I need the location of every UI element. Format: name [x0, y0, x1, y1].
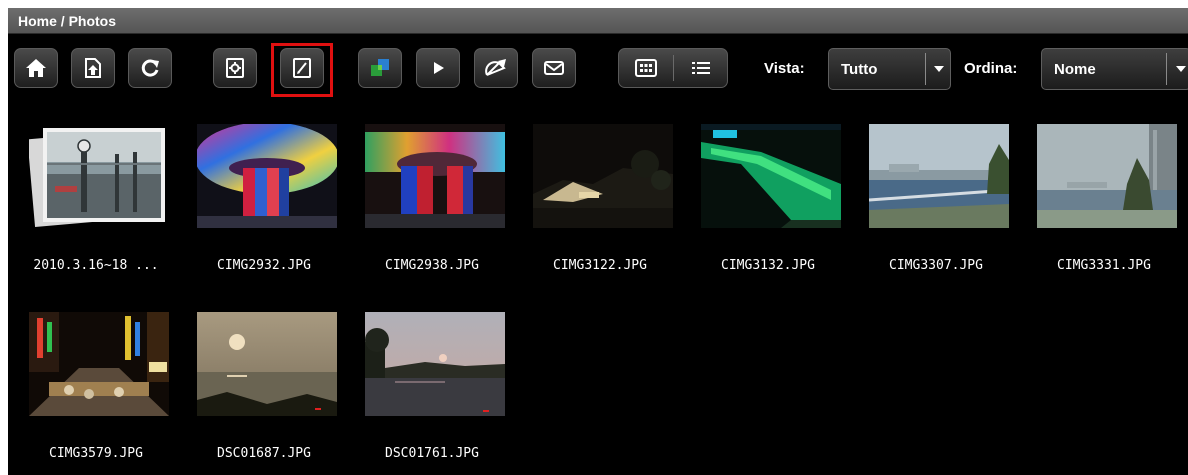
email-button[interactable]	[532, 48, 576, 88]
play-icon	[434, 62, 444, 74]
photo-thumbnail	[365, 312, 505, 416]
item-name: 2010.3.16~18 ...	[33, 258, 159, 273]
breadcrumb-home[interactable]: Home	[18, 13, 57, 29]
toolbar: Vista: Tutto Ordina: Nome	[8, 34, 1188, 104]
list-icon	[692, 62, 710, 74]
album-item[interactable]: 2010.3.16~18 ...	[12, 104, 180, 284]
photo-item[interactable]: CIMG3307.JPG	[852, 104, 1020, 284]
settings-button[interactable]	[213, 48, 257, 88]
play-button[interactable]	[416, 48, 460, 88]
item-name: CIMG3122.JPG	[553, 258, 647, 273]
breadcrumb: Home / Photos	[8, 8, 1188, 34]
ordina-select[interactable]: Nome	[1041, 48, 1188, 90]
photo-item[interactable]: CIMG3579.JPG	[12, 292, 180, 472]
photo-item[interactable]: CIMG3331.JPG	[1020, 104, 1188, 284]
list-view-button[interactable]	[674, 49, 728, 87]
photo-thumbnail	[869, 124, 1009, 228]
album-thumbnail	[29, 124, 169, 228]
satellite-icon	[485, 59, 506, 76]
ordina-select-divider	[1166, 53, 1167, 85]
photo-item[interactable]: CIMG3122.JPG	[516, 104, 684, 284]
edit-icon	[293, 58, 311, 78]
item-name: DSC01761.JPG	[385, 446, 479, 461]
photo-item[interactable]: CIMG2932.JPG	[180, 104, 348, 284]
chevron-down-icon	[1170, 57, 1188, 81]
view-mode-toggle	[618, 48, 728, 88]
photo-thumbnail	[197, 124, 337, 228]
grid-icon	[635, 59, 657, 77]
photo-thumbnail	[1037, 124, 1177, 228]
photo-item[interactable]: DSC01761.JPG	[348, 292, 516, 472]
home-button[interactable]	[14, 48, 58, 88]
upload-icon	[85, 58, 101, 78]
photo-thumbnail	[533, 124, 673, 228]
photo-thumbnail	[701, 124, 841, 228]
vista-select[interactable]: Tutto	[828, 48, 951, 90]
slideshow-effect-button[interactable]	[358, 48, 402, 88]
chevron-down-icon	[928, 57, 950, 81]
grid-view-button[interactable]	[619, 49, 673, 87]
item-name: CIMG2938.JPG	[385, 258, 479, 273]
vista-value: Tutto	[841, 61, 878, 78]
item-name: CIMG3132.JPG	[721, 258, 815, 273]
upload-button[interactable]	[71, 48, 115, 88]
windows-icon	[371, 59, 389, 76]
vista-select-divider	[925, 53, 926, 85]
ordina-label: Ordina:	[964, 60, 1018, 77]
photo-thumbnail	[29, 312, 169, 416]
ordina-value: Nome	[1054, 61, 1096, 78]
photo-thumbnail	[197, 312, 337, 416]
breadcrumb-current: Photos	[68, 13, 117, 29]
photo-item[interactable]: CIMG2938.JPG	[348, 104, 516, 284]
refresh-button[interactable]	[128, 48, 172, 88]
photo-item[interactable]: DSC01687.JPG	[180, 292, 348, 472]
vista-label: Vista:	[764, 60, 805, 77]
home-icon	[26, 59, 46, 77]
share-button[interactable]	[474, 48, 518, 88]
photo-browser: Home / Photos Vista: Tutto Ordina: Nome …	[8, 8, 1188, 475]
item-name: CIMG3307.JPG	[889, 258, 983, 273]
envelope-icon	[544, 61, 564, 75]
settings-icon	[226, 58, 244, 78]
edit-button[interactable]	[280, 48, 324, 88]
refresh-icon	[141, 59, 159, 77]
item-name: DSC01687.JPG	[217, 446, 311, 461]
photo-thumbnail	[365, 124, 505, 228]
item-name: CIMG2932.JPG	[217, 258, 311, 273]
item-name: CIMG3331.JPG	[1057, 258, 1151, 273]
breadcrumb-separator: /	[56, 13, 69, 29]
photo-item[interactable]: CIMG3132.JPG	[684, 104, 852, 284]
item-name: CIMG3579.JPG	[49, 446, 143, 461]
